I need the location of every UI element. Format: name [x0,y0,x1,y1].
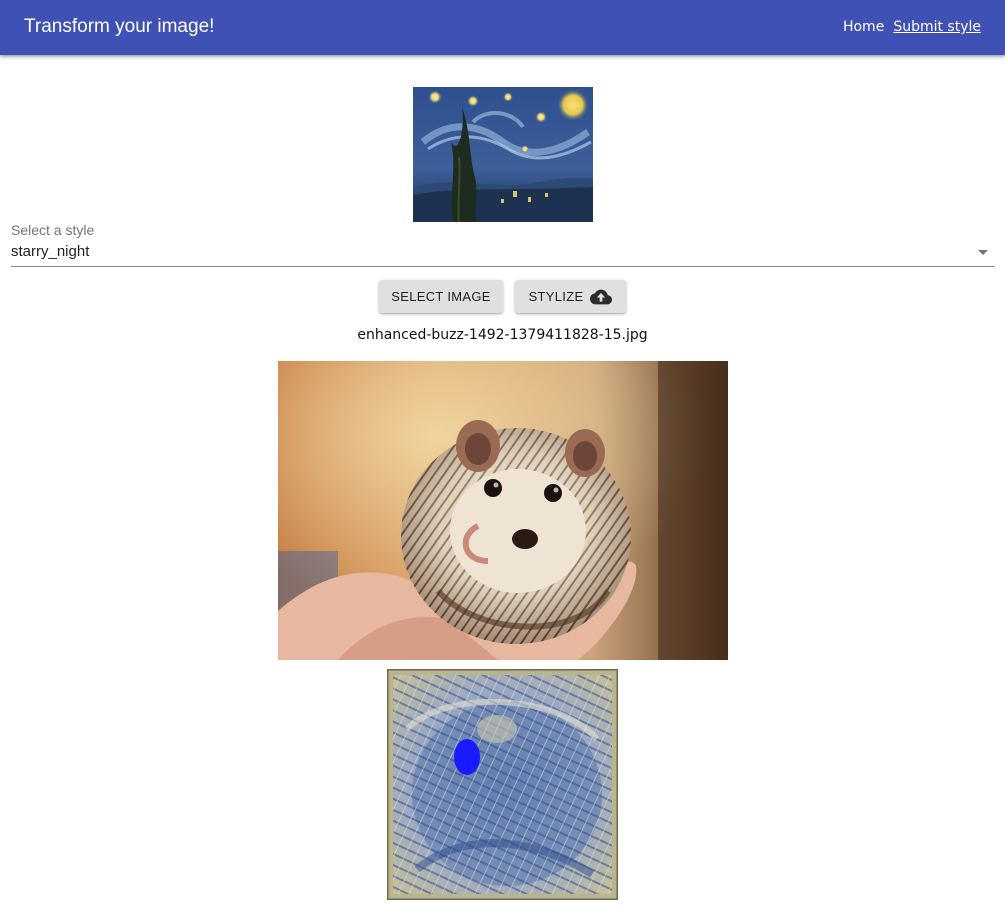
stylize-button-label: STYLIZE [528,289,584,304]
dropdown-arrow-icon [978,250,988,255]
stylize-button[interactable]: STYLIZE [515,280,626,313]
app-bar: Transform your image! Home Submit style [0,0,1005,55]
select-image-button[interactable]: SELECT IMAGE [379,280,503,313]
nav-submit-style-link[interactable]: Submit style [893,19,981,35]
selected-file-name: enhanced-buzz-1492-1379411828-15.jpg [357,327,648,343]
style-select[interactable]: starry_night [11,240,995,267]
style-select-label: Select a style [11,222,95,238]
app-title: Transform your image! [24,16,215,37]
nav-home-link[interactable]: Home [843,19,884,35]
style-select-value: starry_night [11,243,90,260]
cloud-upload-icon [590,289,613,305]
output-image [387,669,618,900]
style-preview-image [413,87,593,222]
nav-links: Home Submit style [843,18,981,36]
input-image [278,361,728,660]
select-image-button-label: SELECT IMAGE [391,289,491,304]
